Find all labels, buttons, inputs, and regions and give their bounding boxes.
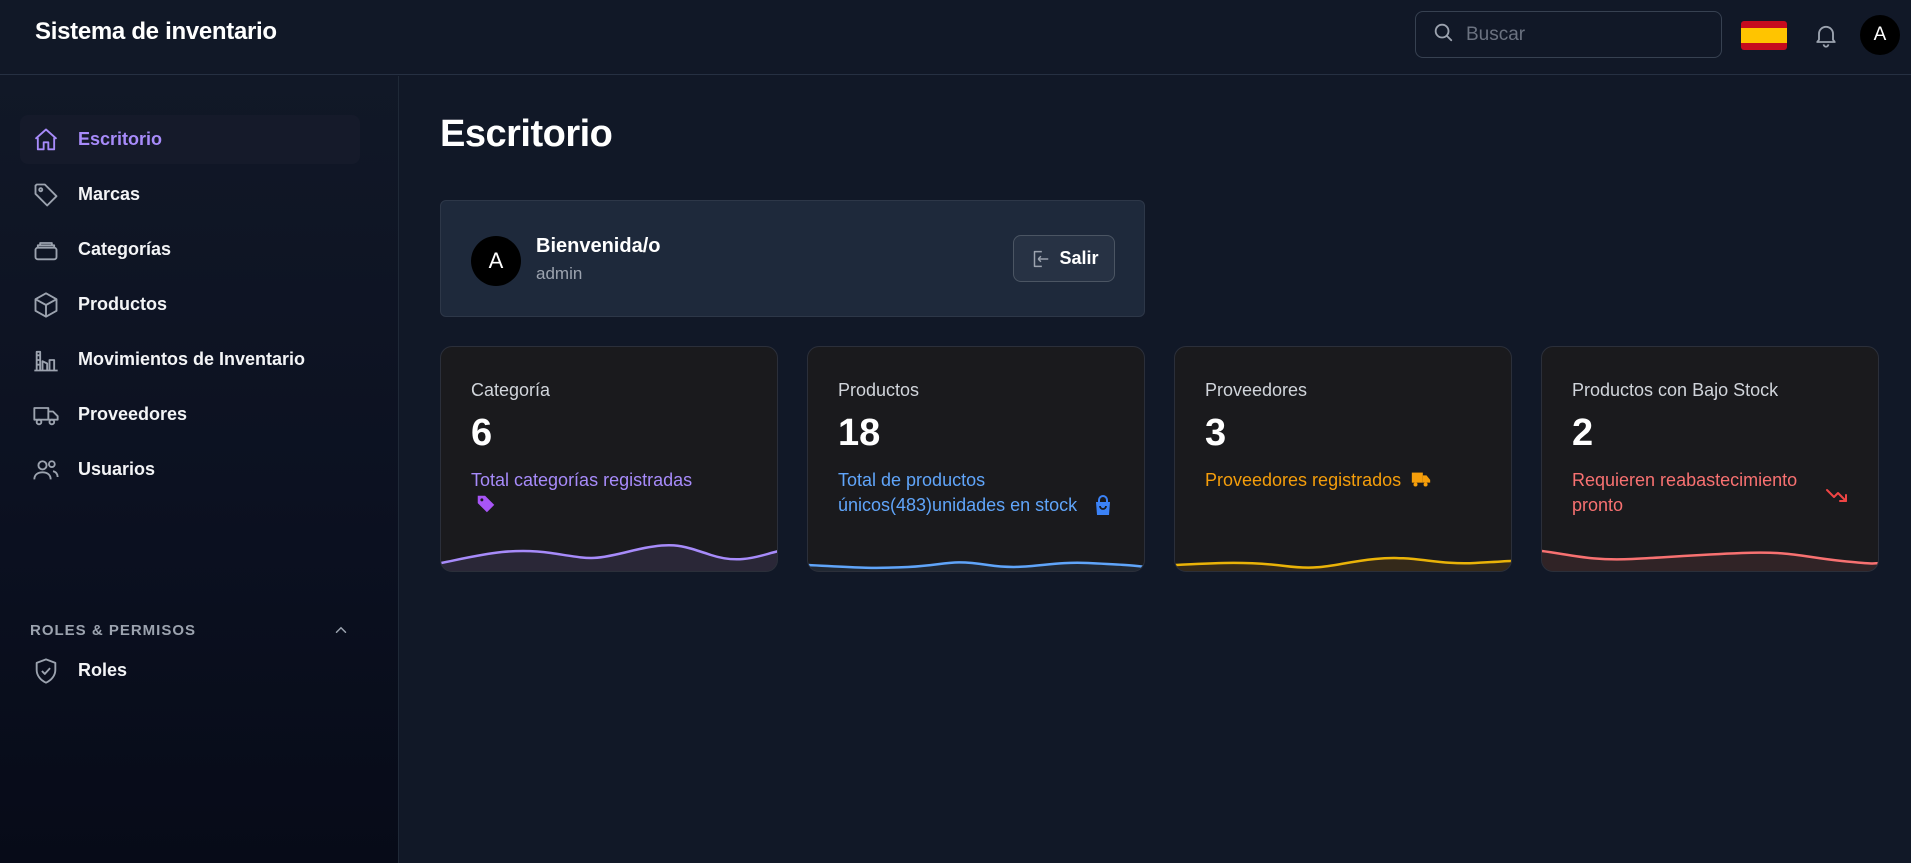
chevron-up-icon: [335, 626, 347, 633]
sidebar-item-escritorio[interactable]: Escritorio: [20, 115, 360, 164]
users-icon: [33, 459, 59, 479]
sidebar-item-label: Usuarios: [78, 459, 156, 479]
spain-flag-icon[interactable]: [1741, 21, 1787, 50]
bell-icon[interactable]: [1812, 20, 1840, 50]
stat-card-productos: Productos 18 Total de productos únicos(4…: [807, 346, 1145, 572]
sidebar-item-productos[interactable]: Productos: [20, 280, 360, 329]
search-icon: [1432, 21, 1454, 48]
sidebar-item-movimientos[interactable]: Movimientos de Inventario: [20, 335, 360, 384]
sidebar-item-label: Marcas: [78, 184, 141, 204]
sidebar-item-categorias[interactable]: Categorías: [20, 225, 360, 274]
stat-label: Productos con Bajo Stock: [1572, 380, 1779, 400]
stat-value: 6: [471, 412, 493, 454]
sidebar-item-label: Movimientos de Inventario: [78, 349, 306, 369]
stat-label: Productos: [838, 380, 920, 400]
stat-card-bajo-stock: Productos con Bajo Stock 2 Requieren rea…: [1541, 346, 1879, 572]
stat-description: Total de productos únicos(483)unidades e…: [838, 470, 1078, 515]
stat-card-categoria: Categoría 6 Total categorías registradas: [440, 346, 778, 572]
tag-icon: [34, 183, 58, 206]
section-title: ROLES & PERMISOS: [30, 621, 197, 639]
welcome-card: A Bienvenida/o admin Salir: [440, 200, 1145, 317]
cube-icon: [34, 291, 58, 318]
search-box[interactable]: [1415, 11, 1722, 58]
stat-value: 3: [1205, 412, 1227, 454]
shopping-bag-icon: [1096, 495, 1110, 515]
sidebar-item-roles[interactable]: Roles: [20, 646, 360, 695]
stat-description: Total categorías registradas: [471, 468, 721, 518]
sparkline: [441, 543, 777, 571]
stat-value: 18: [838, 412, 881, 454]
stat-value: 2: [1572, 412, 1594, 454]
logout-button[interactable]: Salir: [1013, 235, 1115, 282]
stat-label: Categoría: [471, 380, 551, 400]
sidebar-item-label: Productos: [78, 294, 168, 314]
sparkline: [1542, 549, 1878, 571]
sidebar-item-label: Escritorio: [78, 129, 163, 149]
sparkline: [808, 561, 1144, 571]
page-title: Escritorio: [440, 113, 613, 155]
shield-check-icon: [35, 657, 57, 684]
sidebar: Escritorio Marcas Categorías Productos M…: [0, 76, 399, 863]
building-chart-icon: [34, 350, 58, 371]
sidebar-item-marcas[interactable]: Marcas: [20, 170, 360, 219]
roles-permisos-section-toggle[interactable]: ROLES & PERMISOS: [30, 621, 350, 639]
stat-label: Proveedores: [1205, 380, 1308, 400]
truck-icon: [33, 406, 59, 425]
app-title: Sistema de inventario: [35, 18, 277, 45]
avatar: A: [471, 236, 521, 286]
sidebar-item-proveedores[interactable]: Proveedores: [20, 390, 360, 439]
stat-description: Proveedores registrados: [1205, 468, 1455, 493]
tag-solid-icon: [477, 495, 495, 513]
stat-description: Requieren reabastecimiento pronto: [1572, 470, 1798, 515]
user-avatar[interactable]: A: [1860, 15, 1900, 55]
top-bar: Sistema de inventario A: [0, 0, 1911, 75]
welcome-greeting: Bienvenida/o: [536, 235, 661, 257]
home-icon: [34, 128, 58, 150]
logout-icon: [1034, 250, 1049, 267]
stack-icon: [34, 241, 58, 260]
search-input[interactable]: [1466, 23, 1706, 46]
sparkline: [1175, 556, 1511, 571]
sidebar-item-label: Roles: [78, 660, 128, 680]
logout-label: Salir: [1059, 248, 1099, 268]
sidebar-item-usuarios[interactable]: Usuarios: [20, 445, 360, 494]
welcome-username: admin: [536, 264, 583, 283]
stat-card-proveedores: Proveedores 3 Proveedores registrados: [1174, 346, 1512, 572]
truck-solid-icon: [1411, 472, 1431, 487]
trend-down-icon: [1826, 489, 1847, 502]
sidebar-item-label: Categorías: [78, 239, 172, 259]
sidebar-item-label: Proveedores: [78, 404, 188, 424]
